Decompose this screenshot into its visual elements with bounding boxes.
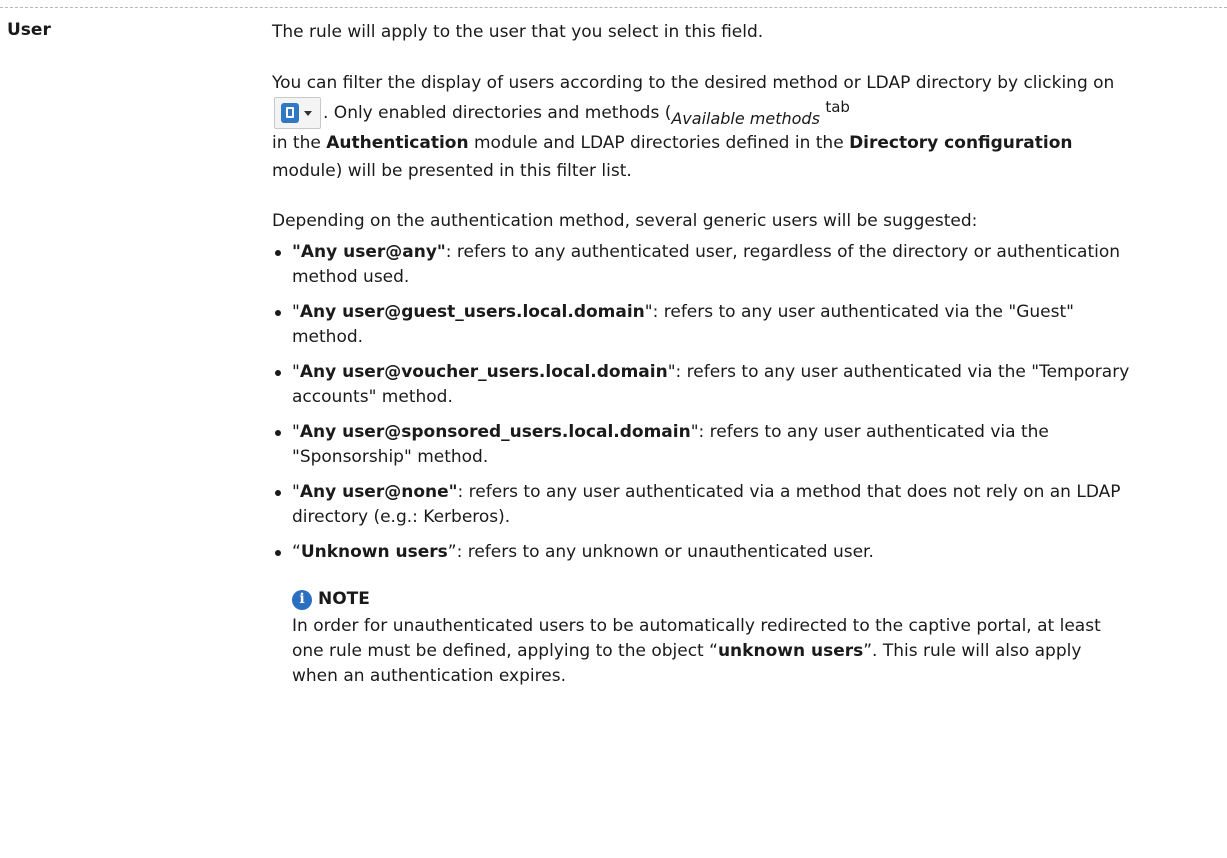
top-dashed-divider bbox=[0, 7, 1227, 8]
filter-paragraph: You can filter the display of users acco… bbox=[272, 69, 1132, 185]
authentication-module-name: Authentication bbox=[326, 133, 469, 153]
note-header: i NOTE bbox=[292, 587, 1132, 612]
note-body: In order for unauthenticated users to be… bbox=[292, 616, 1101, 686]
list-item: "Any user@any": refers to any authentica… bbox=[272, 240, 1132, 290]
info-icon: i bbox=[292, 589, 312, 610]
generic-users-list: "Any user@any": refers to any authentica… bbox=[272, 240, 1132, 565]
term-label: User bbox=[7, 20, 51, 40]
tab-word: tab bbox=[825, 98, 850, 116]
filter-text-2: . Only enabled directories and methods ( bbox=[323, 103, 672, 123]
directory-configuration-module-name: Directory configuration bbox=[849, 133, 1073, 153]
filter-text-9: module) will be presented in this filter… bbox=[272, 161, 632, 181]
note-title: NOTE bbox=[318, 589, 370, 609]
available-methods-label: Available methods bbox=[671, 109, 820, 128]
list-item: “Unknown users”: refers to any unknown o… bbox=[272, 540, 1132, 565]
list-item: "Any user@voucher_users.local.domain": r… bbox=[272, 360, 1132, 410]
filter-text-7: module and LDAP directories defined in t… bbox=[473, 133, 844, 153]
intro-paragraph: The rule will apply to the user that you… bbox=[272, 22, 764, 42]
unknown-users-object: unknown users bbox=[717, 641, 864, 661]
filter-text-1: You can filter the display of users acco… bbox=[272, 73, 1115, 93]
directory-filter-button[interactable] bbox=[274, 97, 321, 129]
list-item: "Any user@none": refers to any user auth… bbox=[272, 480, 1132, 530]
chevron-down-icon bbox=[304, 110, 312, 116]
filter-text-5: in the bbox=[272, 133, 321, 153]
list-item: "Any user@guest_users.local.domain": ref… bbox=[272, 300, 1132, 350]
list-item: "Any user@sponsored_users.local.domain":… bbox=[272, 420, 1132, 470]
depending-paragraph: Depending on the authentication method, … bbox=[272, 211, 978, 231]
definition-content: The rule will apply to the user that you… bbox=[272, 20, 1132, 689]
directory-book-icon bbox=[281, 103, 299, 123]
note-box: i NOTE In order for unauthenticated user… bbox=[292, 587, 1132, 689]
